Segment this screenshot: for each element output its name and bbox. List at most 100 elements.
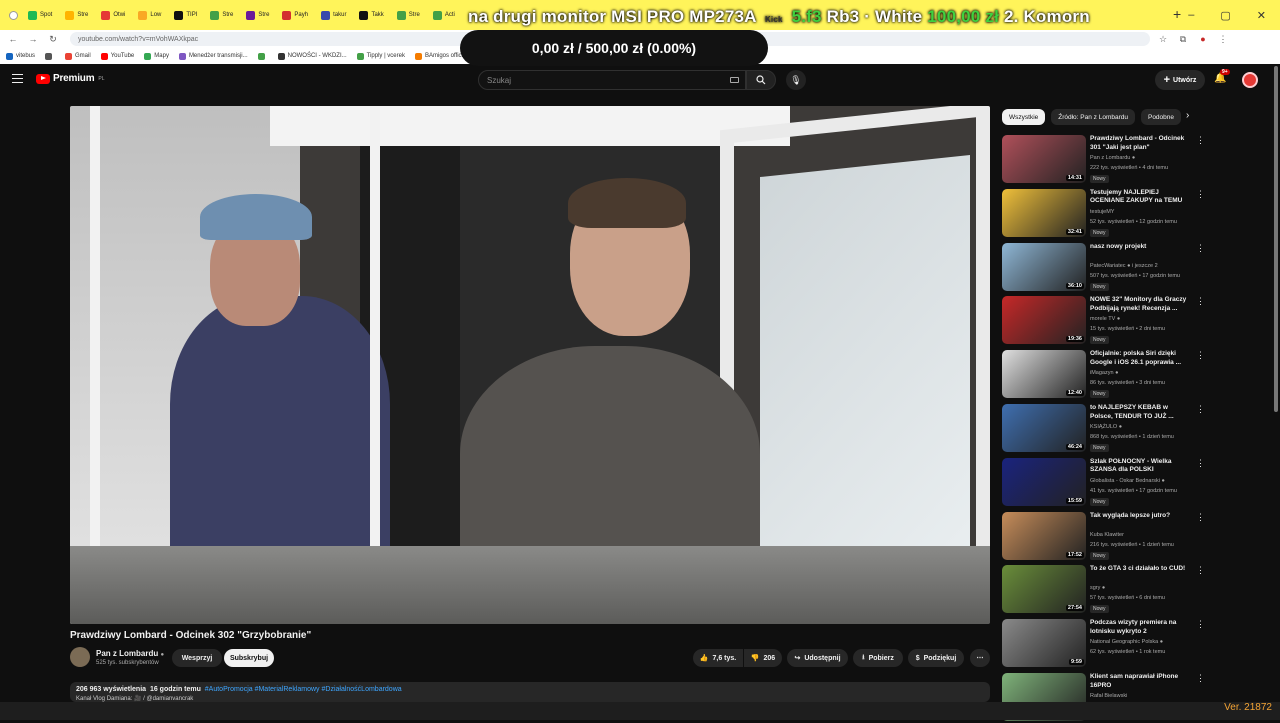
back-icon[interactable]: ←: [6, 34, 20, 44]
recommendation-thumbnail[interactable]: 32:41: [1002, 188, 1086, 237]
recommendation-title[interactable]: Szlak PÓŁNOCNY - Wielka SZANSA dla POLSK…: [1090, 458, 1190, 475]
browser-menu-icon[interactable]: ⋮: [1216, 34, 1230, 45]
recommendation-title[interactable]: nasz nowy projekt: [1090, 243, 1190, 252]
channel-avatar[interactable]: [70, 647, 90, 667]
maximize-icon[interactable]: ▢: [1220, 9, 1230, 22]
forward-icon[interactable]: →: [26, 34, 40, 44]
dislike-button[interactable]: 👎 206: [744, 649, 782, 667]
recommendation-channel[interactable]: Rafał Bielawski: [1090, 693, 1127, 699]
recommendation-title[interactable]: Prawdziwy Lombard - Odcinek 301 "Jaki je…: [1090, 135, 1190, 152]
recommendation-item[interactable]: 19:36 NOWE 32" Monitory dla Graczy Podbij…: [1002, 296, 1272, 346]
browser-tab[interactable]: Payh: [277, 4, 313, 26]
recommendation-channel[interactable]: testujeMY: [1090, 209, 1114, 215]
like-button[interactable]: 👍 7,6 tys.: [693, 649, 743, 667]
more-vertical-icon[interactable]: ⋮: [1196, 458, 1205, 467]
browser-tab[interactable]: Acti: [428, 4, 460, 26]
recommendation-item[interactable]: 9:59 Podczas wizyty premiera na lotnisku …: [1002, 619, 1272, 669]
support-button[interactable]: Wesprzyj: [172, 649, 222, 667]
filter-chip[interactable]: Podobne: [1140, 109, 1182, 125]
new-tab-icon[interactable]: +: [1173, 6, 1181, 22]
recommendation-channel[interactable]: sgry ●: [1090, 585, 1105, 591]
bookmark-star-icon[interactable]: ☆: [1156, 34, 1170, 45]
bookmark-item[interactable]: YouTube: [100, 52, 134, 60]
video-player[interactable]: [70, 106, 990, 624]
browser-tab[interactable]: Stre: [241, 4, 274, 26]
recommendation-thumbnail[interactable]: 12:40: [1002, 350, 1086, 399]
bookmark-item[interactable]: vitebus: [6, 52, 35, 60]
recommendation-title[interactable]: Oficjalnie: polska Siri dzięki Google i …: [1090, 350, 1190, 367]
recommendation-title[interactable]: NOWE 32" Monitory dla Graczy Podbijają r…: [1090, 296, 1190, 313]
download-button[interactable]: ⭳ Pobierz: [853, 649, 903, 667]
create-button[interactable]: + Utwórz: [1155, 70, 1205, 90]
search-button[interactable]: [746, 70, 776, 90]
more-vertical-icon[interactable]: ⋮: [1196, 136, 1205, 145]
recommendation-item[interactable]: 27:54 To że GTA 3 ci działało to CUD! sgry…: [1002, 565, 1272, 615]
thanks-button[interactable]: $ Podziękuj: [908, 649, 964, 667]
description-box[interactable]: 206 963 wyświetlenia 16 godzin temu #Aut…: [70, 682, 990, 702]
browser-tab[interactable]: TIPI: [169, 4, 202, 26]
more-vertical-icon[interactable]: ⋮: [1196, 620, 1205, 629]
recommendation-item[interactable]: 12:40 Oficjalnie: polska Siri dzięki Goog…: [1002, 350, 1272, 400]
more-vertical-icon[interactable]: ⋮: [1196, 566, 1205, 575]
recommendation-thumbnail[interactable]: 15:59: [1002, 457, 1086, 506]
share-button[interactable]: ↪ Udostępnij: [787, 649, 848, 667]
recommendation-thumbnail[interactable]: 27:54: [1002, 565, 1086, 614]
extensions-icon[interactable]: ⧉: [1176, 34, 1190, 45]
bookmark-item[interactable]: [45, 52, 55, 60]
browser-tab[interactable]: Takk: [354, 4, 388, 26]
recommendation-thumbnail[interactable]: 46:24: [1002, 404, 1086, 452]
bookmark-item[interactable]: Gmail: [65, 52, 91, 60]
recommendation-title[interactable]: to NAJLEPSZY KEBAB w Polsce, TENDUR TO J…: [1090, 404, 1190, 421]
bookmark-item[interactable]: Tipply | vcerek: [356, 52, 405, 60]
browser-tab[interactable]: Stre: [60, 4, 93, 26]
bookmark-item[interactable]: Mapy: [144, 52, 169, 60]
description-hashtags[interactable]: #AutoPromocja #MaterialReklamowy #Działa…: [205, 686, 402, 693]
recommendation-title[interactable]: To że GTA 3 ci działało to CUD!: [1090, 565, 1190, 574]
keyboard-icon[interactable]: [730, 77, 739, 83]
tab-menu-icon[interactable]: [4, 4, 20, 26]
youtube-logo[interactable]: Premium PL: [36, 73, 105, 84]
recommendation-item[interactable]: 17:52 Tak wygląda lepsze jutro? Kuba Klawi…: [1002, 511, 1272, 562]
recommendation-channel[interactable]: morele TV ●: [1090, 316, 1120, 322]
browser-tab[interactable]: Stre: [392, 4, 425, 26]
recommendation-thumbnail[interactable]: 9:59: [1002, 619, 1086, 668]
recommendation-channel[interactable]: PatecWariatec ● i jeszcze 2: [1090, 263, 1158, 269]
recommendation-item[interactable]: 32:41 Testujemy NAJLEPIEJ OCENIANE ZAKUPY…: [1002, 188, 1272, 239]
recommendation-channel[interactable]: KSIĄŻULO ●: [1090, 424, 1122, 430]
more-vertical-icon[interactable]: ⋮: [1196, 351, 1205, 360]
scrollbar[interactable]: [1274, 66, 1278, 412]
browser-tab[interactable]: Stre: [205, 4, 238, 26]
recommendation-thumbnail[interactable]: 36:10: [1002, 242, 1086, 291]
recommendation-thumbnail[interactable]: 14:31: [1002, 135, 1086, 183]
recommendation-item[interactable]: 36:10 nasz nowy projekt PatecWariatec ● i …: [1002, 242, 1272, 293]
account-avatar[interactable]: [1242, 72, 1258, 88]
chevron-right-icon[interactable]: ›: [1186, 110, 1189, 121]
recommendation-item[interactable]: 14:31 Prawdziwy Lombard - Odcinek 301 "Ja…: [1002, 135, 1272, 185]
close-icon[interactable]: ✕: [1257, 9, 1266, 22]
microphone-icon[interactable]: 🎙: [786, 70, 806, 90]
more-vertical-icon[interactable]: ⋮: [1196, 243, 1205, 252]
reload-icon[interactable]: ↻: [46, 34, 60, 45]
bookmark-item[interactable]: [257, 52, 268, 60]
profile-icon[interactable]: ●: [1196, 34, 1210, 44]
recommendation-title[interactable]: Tak wygląda lepsze jutro?: [1090, 512, 1190, 521]
browser-tab[interactable]: takur: [316, 4, 351, 26]
more-actions-button[interactable]: ⋯: [970, 649, 990, 667]
more-vertical-icon[interactable]: ⋮: [1196, 405, 1205, 414]
recommendation-title[interactable]: Klient sam naprawiał iPhone 16PRO: [1090, 673, 1190, 690]
recommendation-thumbnail[interactable]: 17:52: [1002, 511, 1086, 560]
bookmark-item[interactable]: NOWOŚCI - WKDZI...: [277, 52, 347, 60]
more-vertical-icon[interactable]: ⋮: [1196, 512, 1205, 521]
browser-tab[interactable]: Otwi: [96, 4, 130, 26]
recommendation-channel[interactable]: iMagazyn ●: [1090, 370, 1118, 376]
more-vertical-icon[interactable]: ⋮: [1196, 189, 1205, 198]
filter-chip[interactable]: Wszystkie: [1002, 109, 1046, 125]
recommendation-item[interactable]: 15:59 Szlak PÓŁNOCNY - Wielka SZANSA dla …: [1002, 457, 1272, 508]
bookmark-item[interactable]: Menedżer transmisji...: [178, 52, 248, 60]
subscribe-button[interactable]: Subskrybuj: [224, 649, 274, 667]
recommendation-channel[interactable]: Pan z Lombardu ●: [1090, 155, 1135, 161]
search-input[interactable]: Szukaj: [478, 70, 746, 90]
minimize-icon[interactable]: –: [1188, 9, 1194, 21]
more-vertical-icon[interactable]: ⋮: [1196, 674, 1205, 683]
recommendation-item[interactable]: 46:24 to NAJLEPSZY KEBAB w Polsce, TENDUR…: [1002, 404, 1272, 454]
